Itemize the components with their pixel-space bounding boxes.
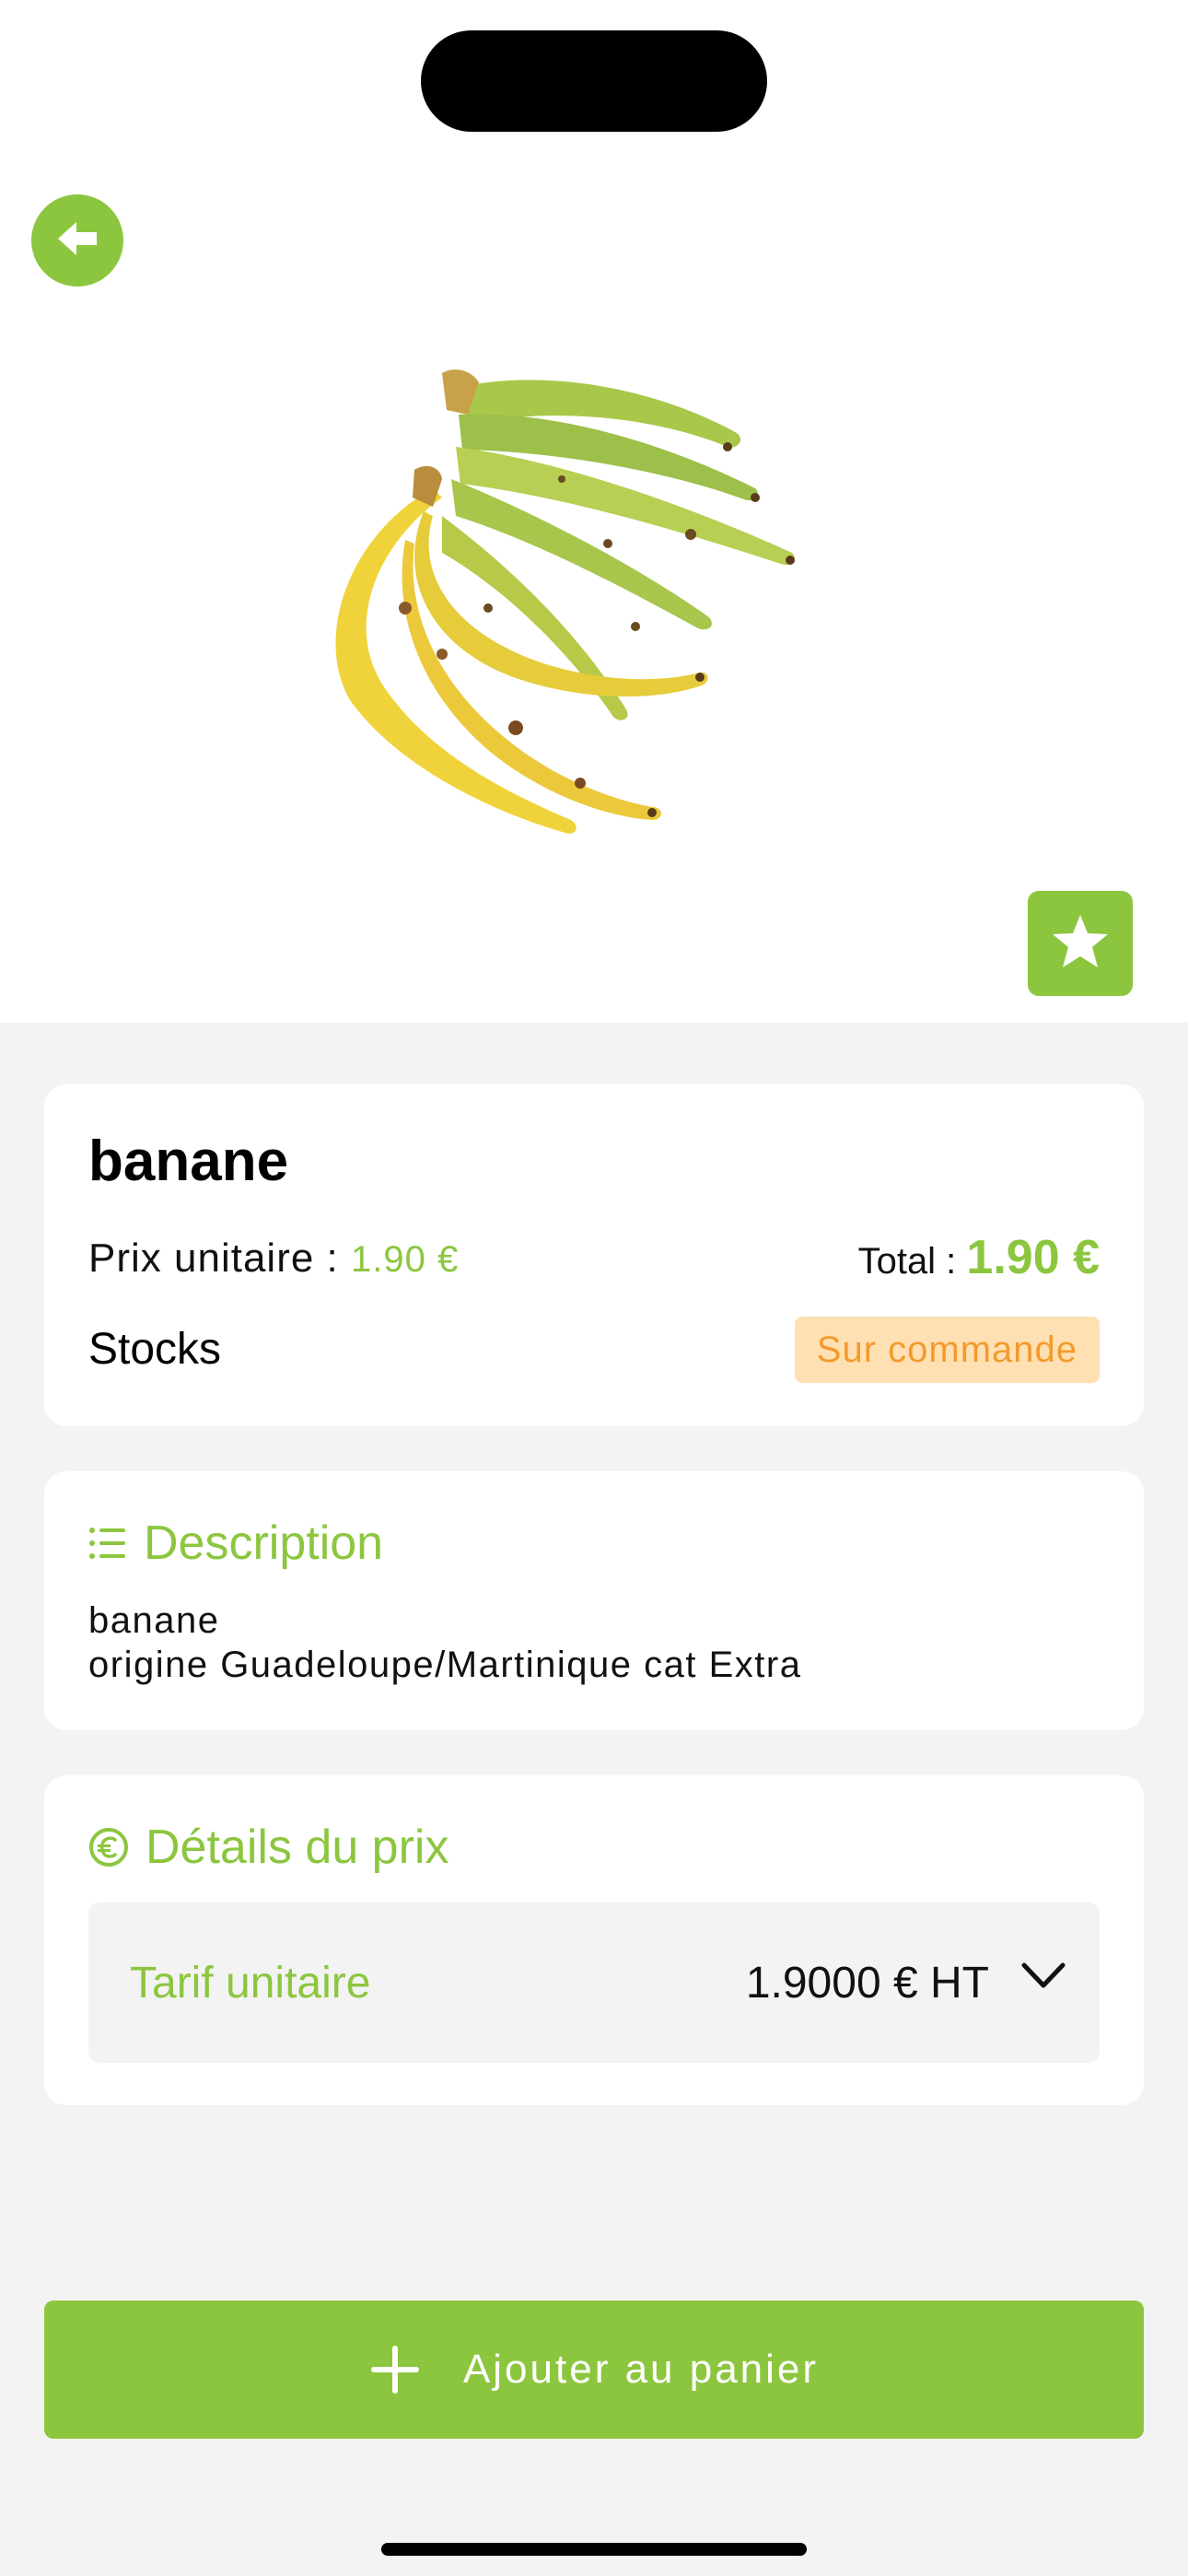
tarif-label: Tarif unitaire xyxy=(130,1959,371,2008)
price-details-header: Détails du prix xyxy=(88,1820,448,1875)
description-card: Description banane origine Guadeloupe/Ma… xyxy=(44,1471,1144,1730)
total-price: Total : 1.90 € xyxy=(858,1230,1100,1285)
add-to-cart-button[interactable]: Ajouter au panier xyxy=(44,2301,1144,2439)
description-title: Description xyxy=(144,1516,384,1570)
euro-circle-icon xyxy=(88,1827,129,1868)
unit-price-label: Prix unitaire : xyxy=(88,1235,351,1281)
star-icon xyxy=(1051,913,1110,975)
tarif-value: 1.9000 € HT xyxy=(745,1959,989,2008)
stocks-label: Stocks xyxy=(88,1325,222,1374)
stock-status-badge: Sur commande xyxy=(794,1317,1100,1383)
home-indicator xyxy=(381,2543,807,2556)
description-line: banane xyxy=(88,1600,220,1641)
list-icon xyxy=(88,1525,127,1562)
product-name: banane xyxy=(88,1130,289,1193)
unit-price-value: 1.90 € xyxy=(350,1239,460,1280)
total-value: 1.90 € xyxy=(966,1231,1100,1284)
price-details-title: Détails du prix xyxy=(146,1821,449,1874)
favorite-button[interactable] xyxy=(1028,891,1133,996)
product-image xyxy=(304,359,949,838)
add-to-cart-label: Ajouter au panier xyxy=(462,2347,820,2392)
plus-icon xyxy=(369,2344,421,2395)
product-header xyxy=(0,0,1188,1023)
product-info-card: banane Prix unitaire : 1.90 € Total : 1.… xyxy=(44,1084,1144,1426)
total-label: Total : xyxy=(857,1241,967,1282)
price-details-card: Détails du prix Tarif unitaire 1.9000 € … xyxy=(44,1775,1144,2105)
unit-price: Prix unitaire : 1.90 € xyxy=(88,1235,459,1282)
dynamic-island xyxy=(421,30,767,132)
arrow-left-icon xyxy=(56,220,99,262)
back-button[interactable] xyxy=(31,194,123,287)
tarif-dropdown[interactable]: Tarif unitaire 1.9000 € HT xyxy=(88,1903,1100,2063)
description-header: Description xyxy=(88,1516,383,1571)
description-line: origine Guadeloupe/Martinique cat Extra xyxy=(88,1645,802,1685)
chevron-down-icon xyxy=(1020,1960,1066,1996)
